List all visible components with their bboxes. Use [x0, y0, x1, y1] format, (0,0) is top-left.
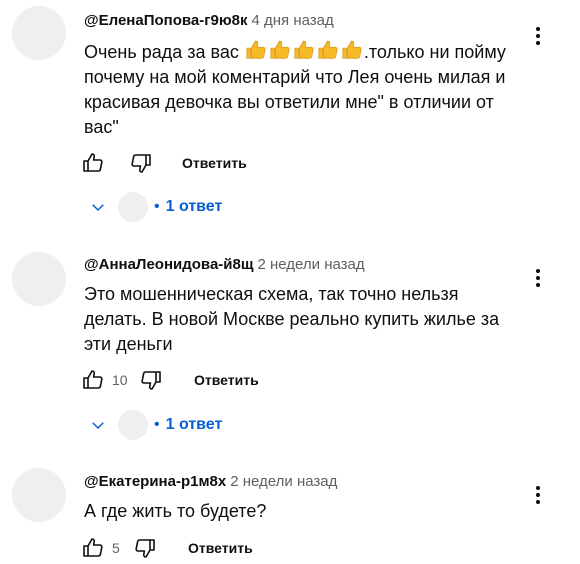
reply-avatar — [118, 192, 148, 222]
chevron-down-icon[interactable] — [88, 415, 108, 435]
comment-timestamp[interactable]: 2 недели назад — [230, 473, 337, 490]
reply-button[interactable]: Ответить — [182, 155, 247, 171]
thumbs-down-icon — [141, 371, 161, 390]
dislike-button[interactable] — [128, 150, 154, 176]
thumbs-down-icon — [131, 154, 151, 173]
thumbs-up-icon — [83, 370, 103, 389]
comment-text-part: Очень рада за вас — [84, 42, 244, 62]
comment-author[interactable]: @Екатерина-р1м8х — [84, 473, 226, 490]
comment-timestamp[interactable]: 2 недели назад — [258, 256, 365, 273]
dislike-button[interactable] — [132, 535, 158, 561]
thumbs-up-emoji-icon — [246, 40, 266, 59]
chevron-down-icon[interactable] — [88, 197, 108, 217]
thumbs-up-emoji-icon — [270, 40, 290, 59]
thumbs-up-emoji-icon — [294, 40, 314, 59]
more-actions-icon[interactable] — [526, 266, 550, 290]
comment-author[interactable]: @АннаЛеонидова-й8щ — [84, 256, 254, 273]
replies-link[interactable]: 1 ответ — [166, 416, 223, 434]
avatar[interactable] — [12, 468, 66, 522]
like-button[interactable] — [80, 535, 106, 561]
reply-avatar — [118, 410, 148, 440]
replies-toggle[interactable]: • 1 ответ — [88, 189, 222, 225]
like-count: 10 — [112, 372, 128, 388]
like-button[interactable] — [80, 150, 106, 176]
thumbs-down-icon — [135, 539, 155, 558]
comment-actions: 10 Ответить — [80, 365, 259, 395]
avatar[interactable] — [12, 252, 66, 306]
reply-button[interactable]: Ответить — [188, 540, 253, 556]
dislike-button[interactable] — [138, 367, 164, 393]
comment-text: А где жить то будете? — [84, 501, 267, 521]
thumbs-up-emoji-icon — [318, 40, 338, 59]
replies-link[interactable]: 1 ответ — [166, 198, 223, 216]
comment-timestamp[interactable]: 4 дня назад — [251, 12, 333, 29]
comment-text: Очень рада за вас .только ни пойму почем… — [84, 39, 524, 140]
comment-actions: Ответить — [80, 148, 247, 178]
comment-header: @ЕленаПопова-г9ю8к 4 дня назад — [84, 11, 334, 31]
comment-text: Это мошенническая схема, так точно нельз… — [84, 284, 500, 354]
comment-header: @Екатерина-р1м8х 2 недели назад — [84, 472, 337, 492]
comment-header: @АннаЛеонидова-й8щ 2 недели назад — [84, 255, 365, 275]
more-actions-icon[interactable] — [526, 24, 550, 48]
emoji-group — [244, 40, 364, 62]
comment-actions: 5 Ответить — [80, 533, 253, 563]
separator-dot: • — [154, 416, 160, 433]
avatar[interactable] — [12, 6, 66, 60]
more-actions-icon[interactable] — [526, 483, 550, 507]
comment-author[interactable]: @ЕленаПопова-г9ю8к — [84, 12, 247, 29]
like-button[interactable] — [80, 367, 106, 393]
reply-button[interactable]: Ответить — [194, 372, 259, 388]
thumbs-up-icon — [83, 153, 103, 172]
separator-dot: • — [154, 198, 160, 215]
thumbs-up-icon — [83, 538, 103, 557]
thumbs-up-emoji-icon — [342, 40, 362, 59]
replies-toggle[interactable]: • 1 ответ — [88, 407, 222, 443]
like-count: 5 — [112, 540, 120, 556]
